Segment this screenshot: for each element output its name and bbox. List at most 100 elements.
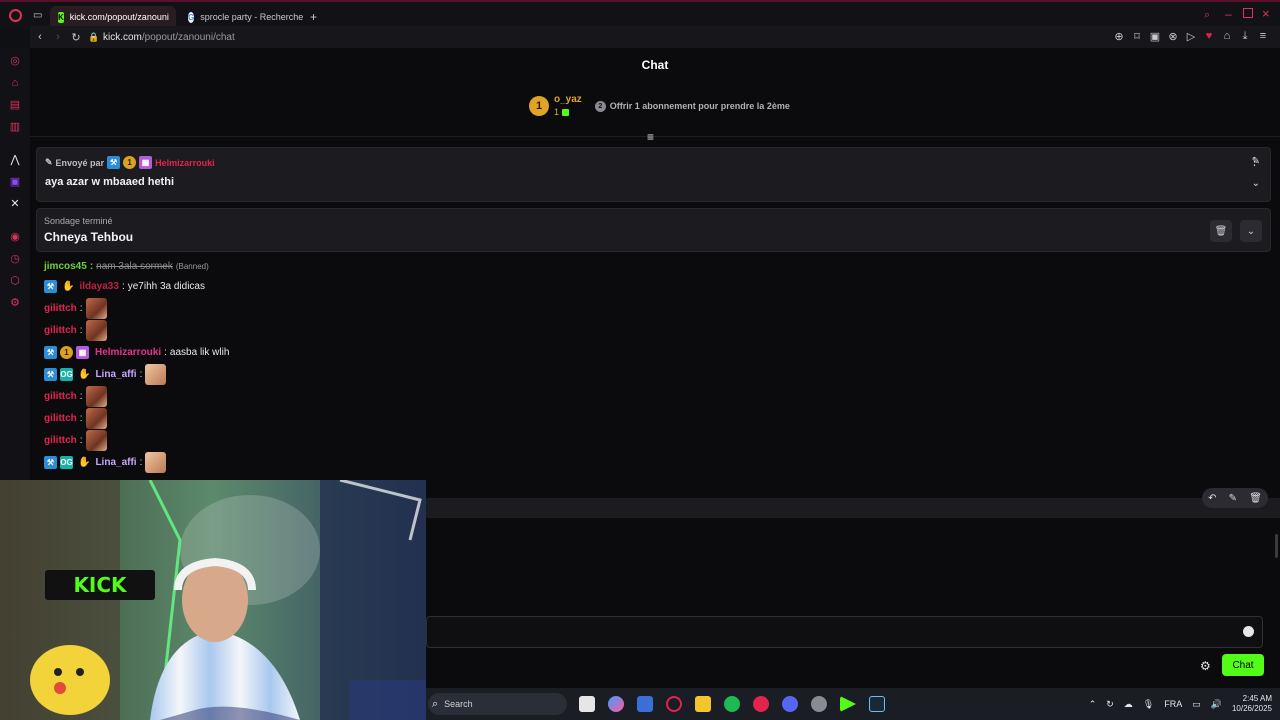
chevron-down-icon: ⌄ <box>1246 225 1256 237</box>
chat-settings-icon[interactable]: ⚙ <box>1200 659 1211 673</box>
spotify-icon[interactable] <box>724 696 740 712</box>
forward-icon[interactable]: › <box>49 31 67 43</box>
expand-pinned-icon[interactable]: ⌄ <box>1252 178 1260 189</box>
delete-message-icon[interactable]: 🗑 <box>1249 493 1262 504</box>
url-field[interactable]: kick.com/popout/zanouni/chat <box>103 32 235 43</box>
message-username[interactable]: Helmizarrouki <box>95 347 161 358</box>
gifter-count: 1 <box>554 107 560 117</box>
pin-icon[interactable]: ⌑ <box>1128 30 1146 43</box>
messenger-icon[interactable]: ▤ <box>9 99 21 111</box>
app-red-icon[interactable] <box>753 696 769 712</box>
taskbar-search[interactable]: ⌕ Search <box>428 693 567 715</box>
send-chat-button[interactable]: Chat <box>1222 654 1264 676</box>
message-username[interactable]: Lina_affi <box>95 457 136 468</box>
gifter-badge: 1 <box>123 156 137 169</box>
message-actions: ↶ ✎ 🗑 <box>1202 488 1268 508</box>
crypto-icon[interactable]: ⌂ <box>9 77 21 89</box>
pinned-username[interactable]: Helmizarrouki <box>155 158 215 168</box>
message-username[interactable]: gilittch <box>44 303 77 314</box>
message-username[interactable]: jimcos45 <box>44 261 87 272</box>
maximize-icon[interactable] <box>1243 8 1253 18</box>
close-icon[interactable]: × <box>1262 6 1270 21</box>
reload-icon[interactable]: ↻ <box>67 31 85 44</box>
clock-time: 2:45 AM <box>1242 694 1272 703</box>
x-icon[interactable]: ✕ <box>9 198 21 210</box>
scrollbar[interactable] <box>1275 534 1278 558</box>
divider <box>30 136 1280 137</box>
network-icon[interactable]: ▭ <box>1192 699 1201 710</box>
page-title: Chat <box>641 58 669 72</box>
history-icon[interactable]: ◷ <box>9 253 21 265</box>
store-icon[interactable] <box>637 696 653 712</box>
gift-offer-text: Offrir 1 abonnement pour prendre la 2ème <box>609 101 790 111</box>
reply-icon[interactable]: ↶ <box>1208 493 1216 504</box>
cloud-icon[interactable]: ☁ <box>1124 699 1133 710</box>
microphone-icon[interactable]: 🎙 <box>1143 699 1154 710</box>
clock[interactable]: 2:45 AM 10/26/2025 <box>1232 694 1272 714</box>
sync-icon[interactable]: ↻ <box>1106 699 1114 710</box>
address-bar-row: ‹ › ↻ 🔒 kick.com/popout/zanouni/chat ⊕ ⌑… <box>30 26 1280 48</box>
message-username[interactable]: gilittch <box>44 325 77 336</box>
url-host: kick.com <box>103 31 142 43</box>
twitch-icon[interactable]: ▣ <box>9 176 21 188</box>
player-sidebar-icon[interactable]: ◉ <box>9 231 21 243</box>
copilot-icon[interactable] <box>608 696 624 712</box>
minimize-icon[interactable]: – <box>1225 7 1232 21</box>
kick-app-icon[interactable]: ⋀ <box>9 154 21 166</box>
app-grey-icon[interactable] <box>811 696 827 712</box>
poll-status: Sondage terminé <box>44 216 113 226</box>
vpn-icon[interactable]: ⊗ <box>1164 30 1182 43</box>
discord-icon[interactable] <box>782 696 798 712</box>
pin-message-icon[interactable]: ✎ <box>1229 493 1237 504</box>
new-tab-icon[interactable]: + <box>310 10 317 24</box>
tab-manager-icon[interactable]: ▭ <box>33 10 42 21</box>
gift-offer[interactable]: 2 Offrir 1 abonnement pour prendre la 2è… <box>594 100 790 112</box>
tab-kick-chat[interactable]: K kick.com/popout/zanouni <box>50 6 176 28</box>
search-tabs-icon[interactable]: ⌕ <box>1204 9 1210 22</box>
message-username[interactable]: Lina_affi <box>95 369 136 380</box>
zoom-icon[interactable]: ⊕ <box>1110 30 1128 43</box>
browser-tab-bar: ▭ K kick.com/popout/zanouni G sprocle pa… <box>0 0 1280 29</box>
gifter-name[interactable]: o_yaz <box>554 94 582 106</box>
message-username[interactable]: gilittch <box>44 413 77 424</box>
file-explorer-icon[interactable] <box>695 696 711 712</box>
mail-icon[interactable]: ▥ <box>9 121 21 133</box>
download-icon[interactable]: ⤓ <box>1236 30 1254 43</box>
wallet-icon[interactable]: ⌂ <box>1218 30 1236 43</box>
collapse-pinned-icon[interactable]: ≡ <box>647 130 654 144</box>
snapshot-icon[interactable]: ▣ <box>1146 30 1164 43</box>
chat-message: ⚒ 1 ▦ Helmizarrouki: aasba lik wlih <box>44 343 229 361</box>
task-view-icon[interactable] <box>579 696 595 712</box>
windows-taskbar: ⌕ Search ⌃ ↻ ☁ 🎙 FRA ▭ 🔊 2:45 AM 10/26/2… <box>426 688 1280 720</box>
emoji-icon[interactable] <box>1243 626 1254 637</box>
volume-icon[interactable]: 🔊 <box>1211 699 1222 710</box>
hand-badge-icon: ✋ <box>62 280 75 292</box>
pinned-more-icon[interactable]: ⋮ <box>1249 155 1260 168</box>
webcam-overlay: KICK <box>0 480 426 720</box>
opera-icon[interactable] <box>666 696 682 712</box>
svg-text:KICK: KICK <box>73 573 128 597</box>
language-indicator[interactable]: FRA <box>1164 699 1182 709</box>
message-username[interactable]: ildaya33 <box>79 281 118 292</box>
pinned-sent-by-label: Envoyé par <box>55 157 105 168</box>
tray-overflow-icon[interactable]: ⌃ <box>1089 699 1097 710</box>
chat-message: gilittch: <box>44 429 107 451</box>
extensions-icon[interactable]: ⬡ <box>9 275 21 287</box>
chat-message: gilittch: <box>44 407 107 429</box>
chat-input[interactable] <box>426 616 1263 648</box>
steam-icon[interactable] <box>869 696 885 712</box>
menu-icon[interactable]: ≡ <box>1254 30 1272 43</box>
heart-icon[interactable]: ♥ <box>1200 30 1218 43</box>
settings-icon[interactable]: ⚙ <box>9 297 21 309</box>
back-icon[interactable]: ‹ <box>31 31 49 43</box>
poll-card: Sondage terminé Chneya Tehbou 🗑 ⌄ <box>36 208 1271 252</box>
kick-app-taskbar-icon[interactable] <box>840 696 856 712</box>
message-username[interactable]: gilittch <box>44 391 77 402</box>
message-username[interactable]: gilittch <box>44 435 77 446</box>
player-icon[interactable]: ▷ <box>1182 30 1200 43</box>
opera-logo-icon[interactable] <box>9 9 22 22</box>
tab-search[interactable]: G sprocle party - Recherche <box>180 6 304 28</box>
aria-icon[interactable]: ◎ <box>9 55 21 67</box>
delete-poll-button[interactable]: 🗑 <box>1210 220 1232 242</box>
expand-poll-button[interactable]: ⌄ <box>1240 220 1262 242</box>
